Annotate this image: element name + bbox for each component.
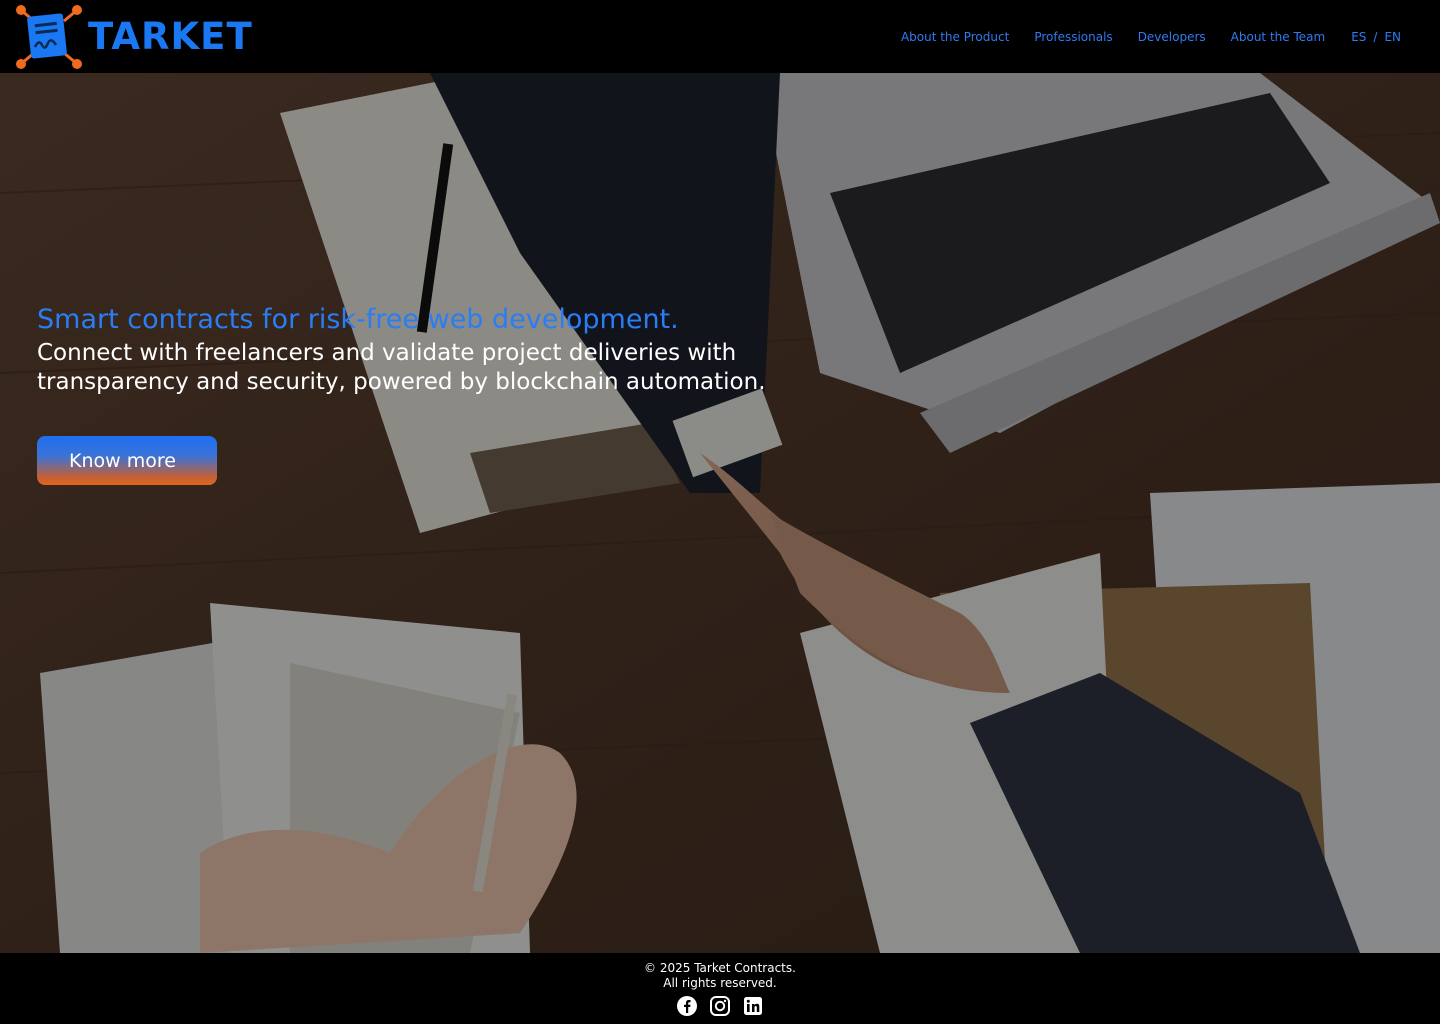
nav-about-team[interactable]: About the Team [1231, 30, 1326, 44]
hero-section: Smart contracts for risk-free web develo… [0, 73, 1440, 953]
linkedin-icon[interactable] [742, 995, 764, 1017]
hero-dark-overlay [0, 73, 1440, 953]
lang-separator: / [1373, 29, 1378, 44]
site-footer: © 2025 Tarket Contracts. All rights rese… [0, 953, 1440, 1024]
hero-content: Smart contracts for risk-free web develo… [37, 303, 797, 485]
instagram-icon[interactable] [709, 995, 731, 1017]
language-switcher: ES / EN [1351, 30, 1401, 44]
social-links [0, 995, 1440, 1017]
contract-network-logo-icon [14, 3, 84, 71]
site-header: TARKET About the Product Professionals D… [0, 0, 1440, 73]
hero-headline: Smart contracts for risk-free web develo… [37, 304, 679, 335]
lang-en-option[interactable]: EN [1384, 30, 1401, 44]
nav-about-product[interactable]: About the Product [901, 30, 1009, 44]
rights-line: All rights reserved. [663, 976, 777, 990]
hero-subtext: Connect with freelancers and validate pr… [37, 340, 766, 395]
main-nav: About the Product Professionals Develope… [901, 30, 1401, 44]
footer-copyright: © 2025 Tarket Contracts. All rights rese… [0, 953, 1440, 991]
brand-logo[interactable]: TARKET [14, 3, 253, 71]
facebook-icon[interactable] [676, 995, 698, 1017]
nav-developers[interactable]: Developers [1138, 30, 1206, 44]
copyright-line: © 2025 Tarket Contracts. [644, 961, 796, 975]
nav-professionals[interactable]: Professionals [1034, 30, 1112, 44]
know-more-button[interactable]: Know more [37, 436, 217, 485]
lang-es-option[interactable]: ES [1351, 30, 1366, 44]
brand-name: TARKET [88, 15, 253, 58]
